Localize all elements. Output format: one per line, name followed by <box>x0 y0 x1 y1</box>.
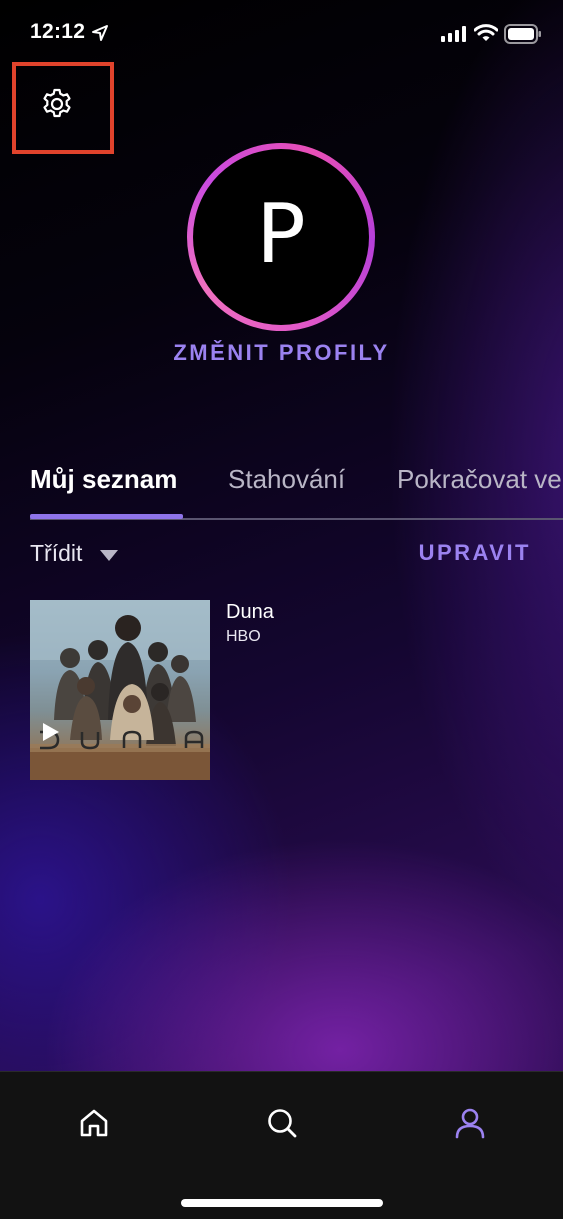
profile-icon[interactable] <box>454 1107 486 1139</box>
home-indicator <box>181 1199 383 1207</box>
wifi-icon <box>474 24 498 41</box>
profile-avatar[interactable]: P <box>187 143 375 331</box>
home-icon[interactable] <box>78 1107 110 1139</box>
status-time: 12:12 <box>30 20 86 43</box>
gear-icon[interactable] <box>40 87 74 121</box>
sort-dropdown[interactable]: Třídit <box>30 540 82 567</box>
search-icon[interactable] <box>266 1107 298 1139</box>
poster-thumbnail[interactable] <box>30 600 210 780</box>
bottom-nav <box>0 1071 563 1219</box>
avatar-inner: P <box>193 149 369 325</box>
tab-my-list[interactable]: Můj seznam <box>30 464 177 495</box>
edit-button[interactable]: UPRAVIT <box>419 540 531 566</box>
avatar-initial: P <box>256 187 306 282</box>
status-bar: 12:12 <box>0 0 563 60</box>
poster-artwork <box>30 600 210 780</box>
item-title[interactable]: Duna <box>226 601 274 624</box>
tab-downloads[interactable]: Stahování <box>228 464 345 495</box>
caret-down-icon[interactable] <box>99 549 119 562</box>
active-tab-indicator <box>30 514 183 519</box>
battery-icon <box>504 24 541 44</box>
location-arrow-icon <box>92 25 108 41</box>
change-profiles-button[interactable]: ZMĚNIT PROFILY <box>0 340 563 366</box>
tab-continue-watching[interactable]: Pokračovat ve <box>397 464 562 495</box>
cellular-signal-icon <box>441 26 466 42</box>
tab-bar: Můj seznam Stahování Pokračovat ve <box>0 458 563 522</box>
play-icon[interactable] <box>38 720 62 744</box>
item-channel: HBO <box>226 628 261 645</box>
